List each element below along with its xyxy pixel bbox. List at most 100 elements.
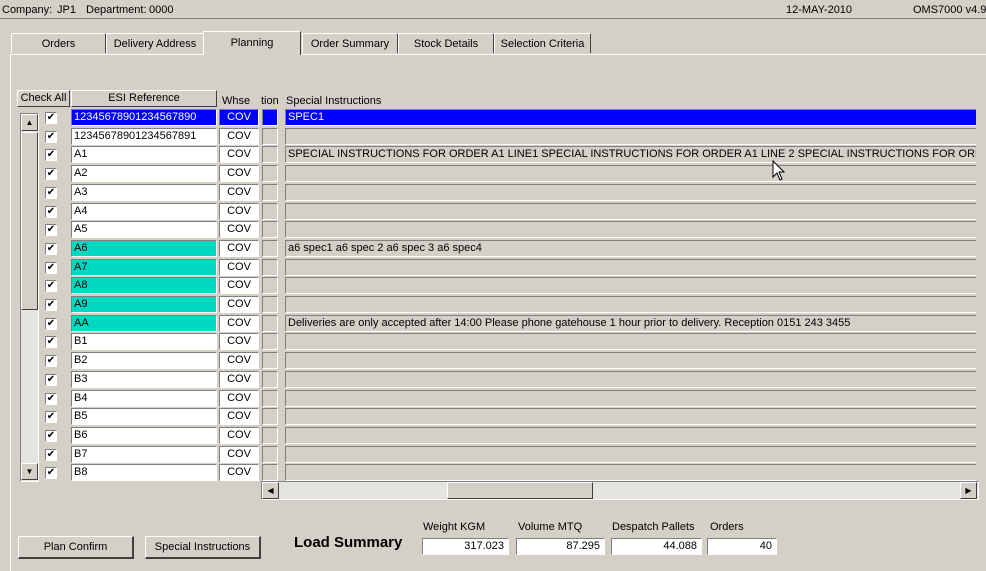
- esi-reference-cell[interactable]: A1: [71, 146, 217, 163]
- esi-reference-cell[interactable]: A4: [71, 203, 217, 220]
- row-checkbox[interactable]: ✔: [45, 224, 57, 236]
- whse-cell[interactable]: COV: [219, 390, 259, 407]
- special-instructions-cell[interactable]: [285, 259, 976, 276]
- up-arrow-icon[interactable]: ▲: [21, 114, 38, 131]
- table-row[interactable]: ✔ A8 COV: [44, 277, 976, 295]
- whse-cell[interactable]: COV: [219, 277, 259, 294]
- row-checkbox[interactable]: ✔: [45, 280, 57, 292]
- option-cell[interactable]: [262, 165, 278, 182]
- esi-reference-cell[interactable]: AA: [71, 315, 217, 332]
- table-row[interactable]: ✔ B6 COV: [44, 427, 976, 445]
- esi-reference-cell[interactable]: A5: [71, 221, 217, 238]
- row-checkbox[interactable]: ✔: [45, 318, 57, 330]
- whse-cell[interactable]: COV: [219, 203, 259, 220]
- table-row[interactable]: ✔ B3 COV: [44, 371, 976, 389]
- tab-stock-details[interactable]: Stock Details: [398, 33, 494, 53]
- whse-cell[interactable]: COV: [219, 146, 259, 163]
- special-instructions-button[interactable]: Special Instructions: [145, 536, 261, 559]
- special-instructions-cell[interactable]: SPECIAL INSTRUCTIONS FOR ORDER A1 LINE1 …: [285, 146, 976, 163]
- table-row[interactable]: ✔ B7 COV: [44, 446, 976, 464]
- special-instructions-cell[interactable]: SPEC1: [285, 109, 976, 126]
- whse-cell[interactable]: COV: [219, 128, 259, 145]
- special-instructions-cell[interactable]: [285, 128, 976, 145]
- option-cell[interactable]: [262, 146, 278, 163]
- special-instructions-cell[interactable]: a6 spec1 a6 spec 2 a6 spec 3 a6 spec4: [285, 240, 976, 257]
- whse-cell[interactable]: COV: [219, 427, 259, 444]
- option-cell[interactable]: [262, 315, 278, 332]
- special-instructions-cell[interactable]: [285, 408, 976, 425]
- special-instructions-cell[interactable]: [285, 296, 976, 313]
- esi-reference-cell[interactable]: A6: [71, 240, 217, 257]
- tab-delivery-address[interactable]: Delivery Address: [106, 33, 204, 53]
- esi-reference-cell[interactable]: B7: [71, 446, 217, 463]
- special-instructions-cell[interactable]: [285, 446, 976, 463]
- row-checkbox[interactable]: ✔: [45, 149, 57, 161]
- table-row[interactable]: ✔ A3 COV: [44, 184, 976, 202]
- whse-cell[interactable]: COV: [219, 259, 259, 276]
- down-arrow-icon[interactable]: ▼: [21, 463, 38, 480]
- whse-cell[interactable]: COV: [219, 221, 259, 238]
- table-row[interactable]: ✔ A6 COV a6 spec1 a6 spec 2 a6 spec 3 a6 sp…: [44, 240, 976, 258]
- option-cell[interactable]: [262, 390, 278, 407]
- option-cell[interactable]: [262, 277, 278, 294]
- tab-orders[interactable]: Orders: [11, 33, 106, 53]
- esi-reference-header[interactable]: ESI Reference: [71, 90, 217, 107]
- esi-reference-cell[interactable]: B8: [71, 464, 217, 481]
- option-cell[interactable]: [262, 184, 278, 201]
- table-row[interactable]: ✔ B5 COV: [44, 408, 976, 426]
- special-instructions-cell[interactable]: [285, 464, 976, 481]
- whse-cell[interactable]: COV: [219, 184, 259, 201]
- table-row[interactable]: ✔ A5 COV: [44, 221, 976, 239]
- option-cell[interactable]: [262, 240, 278, 257]
- vertical-scrollbar[interactable]: ▲ ▼: [20, 113, 39, 482]
- option-cell[interactable]: [262, 446, 278, 463]
- table-row[interactable]: ✔ B2 COV: [44, 352, 976, 370]
- whse-cell[interactable]: COV: [219, 408, 259, 425]
- esi-reference-cell[interactable]: B4: [71, 390, 217, 407]
- esi-reference-cell[interactable]: B3: [71, 371, 217, 388]
- row-checkbox[interactable]: ✔: [45, 393, 57, 405]
- esi-reference-cell[interactable]: B5: [71, 408, 217, 425]
- option-cell[interactable]: [262, 109, 278, 126]
- option-cell[interactable]: [262, 259, 278, 276]
- row-checkbox[interactable]: ✔: [45, 262, 57, 274]
- esi-reference-cell[interactable]: A8: [71, 277, 217, 294]
- row-checkbox[interactable]: ✔: [45, 411, 57, 423]
- special-instructions-cell[interactable]: [285, 352, 976, 369]
- table-row[interactable]: ✔ A7 COV: [44, 259, 976, 277]
- special-instructions-cell[interactable]: [285, 165, 976, 182]
- option-cell[interactable]: [262, 203, 278, 220]
- esi-reference-cell[interactable]: A9: [71, 296, 217, 313]
- table-row[interactable]: ✔ B4 COV: [44, 390, 976, 408]
- tab-planning[interactable]: Planning: [203, 31, 301, 55]
- row-checkbox[interactable]: ✔: [45, 187, 57, 199]
- table-row[interactable]: ✔ B1 COV: [44, 333, 976, 351]
- option-cell[interactable]: [262, 221, 278, 238]
- esi-reference-cell[interactable]: 12345678901234567890: [71, 109, 217, 126]
- option-cell[interactable]: [262, 427, 278, 444]
- row-checkbox[interactable]: ✔: [45, 168, 57, 180]
- whse-cell[interactable]: COV: [219, 333, 259, 350]
- tab-order-summary[interactable]: Order Summary: [302, 33, 398, 53]
- esi-reference-cell[interactable]: A7: [71, 259, 217, 276]
- esi-reference-cell[interactable]: B1: [71, 333, 217, 350]
- tab-selection-criteria[interactable]: Selection Criteria: [494, 33, 591, 53]
- row-checkbox[interactable]: ✔: [45, 336, 57, 348]
- whse-cell[interactable]: COV: [219, 371, 259, 388]
- table-row[interactable]: ✔ A2 COV: [44, 165, 976, 183]
- option-cell[interactable]: [262, 371, 278, 388]
- special-instructions-cell[interactable]: [285, 184, 976, 201]
- option-cell[interactable]: [262, 128, 278, 145]
- row-checkbox[interactable]: ✔: [45, 355, 57, 367]
- whse-cell[interactable]: COV: [219, 165, 259, 182]
- special-instructions-cell[interactable]: [285, 333, 976, 350]
- row-checkbox[interactable]: ✔: [45, 467, 57, 479]
- whse-cell[interactable]: COV: [219, 296, 259, 313]
- row-checkbox[interactable]: ✔: [45, 206, 57, 218]
- right-arrow-icon[interactable]: ▶: [960, 482, 977, 499]
- table-row[interactable]: ✔ 12345678901234567891 COV: [44, 128, 976, 146]
- table-row[interactable]: ✔ A1 COV SPECIAL INSTRUCTIONS FOR ORDER A1 …: [44, 146, 976, 164]
- esi-reference-cell[interactable]: 12345678901234567891: [71, 128, 217, 145]
- whse-cell[interactable]: COV: [219, 464, 259, 481]
- scroll-thumb[interactable]: [21, 132, 38, 310]
